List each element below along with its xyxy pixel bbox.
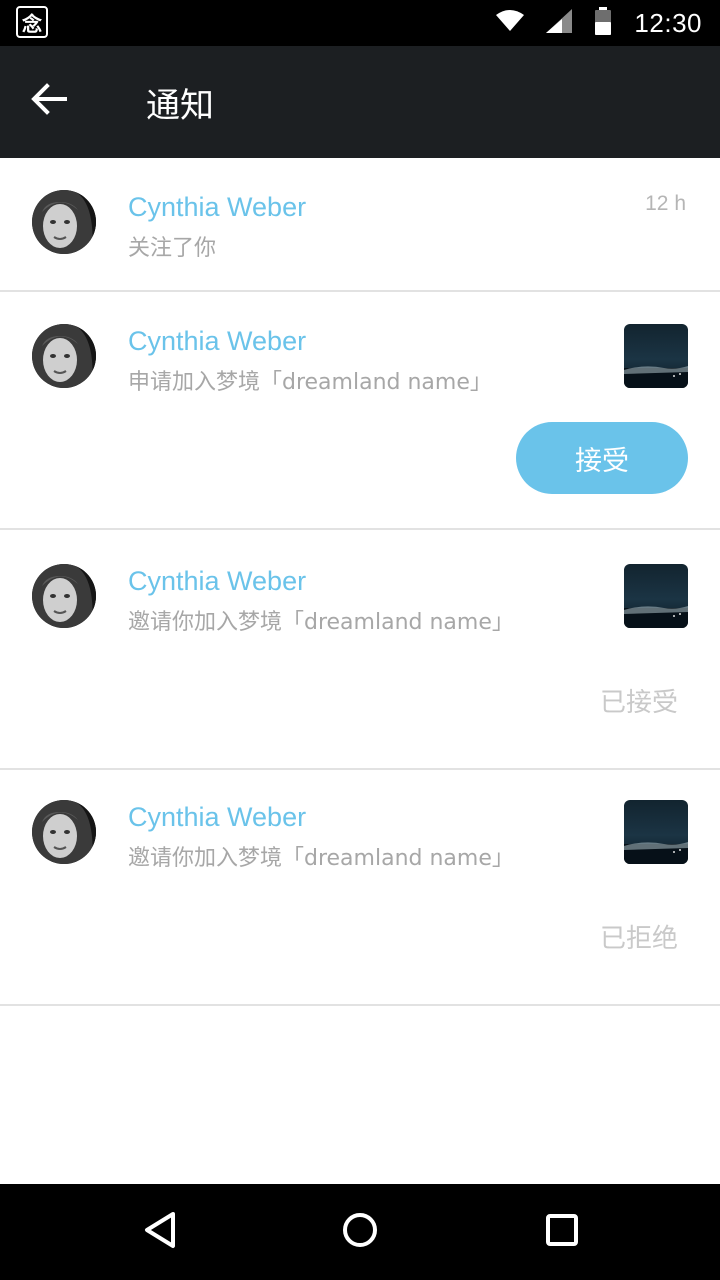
sender-name[interactable]: Cynthia Weber [128,326,306,357]
back-button[interactable] [24,76,74,126]
avatar[interactable] [32,800,96,864]
notification-text: 申请加入梦境「dreamland name」 [128,370,492,395]
sender-name[interactable]: Cynthia Weber [128,566,306,597]
notification-item[interactable]: Cynthia Weber 申请加入梦境「dreamland name」 接受 [0,292,720,530]
app-icon-glyph: 念 [22,11,42,36]
dreamland-thumbnail[interactable] [624,564,688,628]
status-rejected-label: 已拒绝 [599,924,678,954]
notification-item[interactable]: Cynthia Weber 邀请你加入梦境「dreamland name」 已接… [0,530,720,770]
accept-button[interactable]: 接受 [516,422,688,494]
avatar[interactable] [32,190,96,254]
cell-signal-icon [546,9,573,37]
notification-item[interactable]: Cynthia Weber 关注了你 12 h [0,158,720,292]
nav-home-button[interactable] [330,1202,390,1262]
sender-name[interactable]: Cynthia Weber [128,192,306,223]
notification-time: 12 h [645,192,686,215]
dreamland-thumbnail[interactable] [624,800,688,864]
status-bar: 念 12:30 [0,0,720,46]
notification-list: Cynthia Weber 关注了你 12 h Cynthia Weber 申请… [0,158,720,1006]
back-triangle-icon [142,1210,178,1254]
nav-back-button[interactable] [130,1202,190,1262]
avatar[interactable] [32,564,96,628]
status-accepted-label: 已接受 [599,688,678,718]
notification-text: 邀请你加入梦境「dreamland name」 [128,846,514,871]
avatar[interactable] [32,324,96,388]
app-notification-icon: 念 [16,6,48,38]
notification-text: 关注了你 [128,236,217,261]
arrow-left-icon [31,83,67,119]
sender-name[interactable]: Cynthia Weber [128,802,306,833]
home-circle-icon [342,1212,378,1252]
wifi-icon [496,10,525,36]
system-nav-bar [0,1184,720,1280]
nav-recents-button[interactable] [532,1202,592,1262]
status-clock: 12:30 [634,7,702,38]
toolbar: 通知 [0,46,720,158]
status-indicators: 12:30 [496,0,702,46]
dreamland-thumbnail[interactable] [624,324,688,388]
battery-icon [594,7,612,39]
recents-square-icon [545,1213,579,1251]
notification-item[interactable]: Cynthia Weber 邀请你加入梦境「dreamland name」 已拒… [0,770,720,1006]
page-title: 通知 [146,86,214,126]
notification-text: 邀请你加入梦境「dreamland name」 [128,610,514,635]
